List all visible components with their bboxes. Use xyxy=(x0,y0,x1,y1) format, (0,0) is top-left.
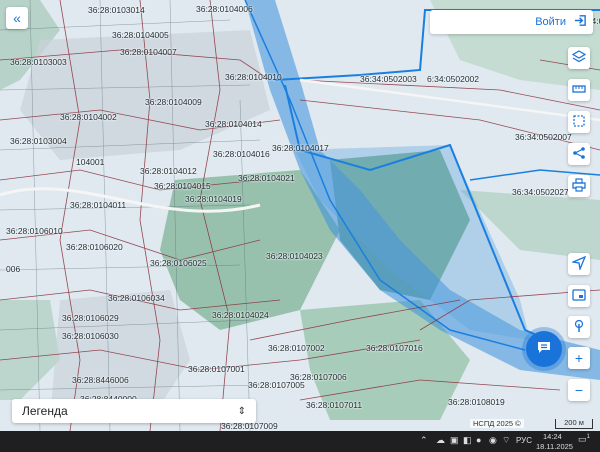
login-label: Войти xyxy=(535,16,566,28)
chevron-up-down-icon: ⇕ xyxy=(237,405,246,417)
layers-icon xyxy=(571,49,587,67)
parcel-label[interactable]: 36:34:0502007 xyxy=(515,132,572,142)
map-canvas[interactable] xyxy=(0,0,600,432)
selection-icon xyxy=(572,114,586,131)
parcel-label[interactable]: 36:28:0104005 xyxy=(112,30,169,40)
locate-button[interactable] xyxy=(568,253,590,275)
language-indicator[interactable]: РУС xyxy=(516,436,532,445)
parcel-label[interactable]: 36:28:0106029 xyxy=(62,313,119,323)
parcel-label[interactable]: 36:28:0104017 xyxy=(272,143,329,153)
card-icon xyxy=(572,288,586,305)
parcel-label[interactable]: 36:28:0108019 xyxy=(448,397,505,407)
print-button[interactable] xyxy=(568,175,590,197)
touch-button[interactable] xyxy=(568,316,590,338)
wifi-icon[interactable]: ⌔ xyxy=(502,435,510,446)
zoom-out-button[interactable]: − xyxy=(568,379,590,401)
parcel-label[interactable]: 36:34:0502027 xyxy=(512,187,569,197)
parcel-label[interactable]: 36:28:0104021 xyxy=(238,173,295,183)
parcel-label[interactable]: 6:34:0502002 xyxy=(427,74,479,84)
parcel-label[interactable]: 36:28:0104015 xyxy=(154,181,211,191)
zoom-in-button[interactable]: + xyxy=(568,347,590,369)
parcel-label[interactable]: 36:28:0106025 xyxy=(150,258,207,268)
select-area-button[interactable] xyxy=(568,111,590,133)
layers-button[interactable] xyxy=(568,47,590,69)
notification-count: 1 xyxy=(586,434,590,440)
parcel-label[interactable]: 36:28:0104019 xyxy=(185,194,242,204)
chat-icon xyxy=(536,339,552,360)
parcel-label[interactable]: 36:28:0104010 xyxy=(225,72,282,82)
parcel-label[interactable]: 006 xyxy=(6,264,20,274)
cloud-icon[interactable]: ☁ xyxy=(436,435,445,446)
parcel-label[interactable]: 36:28:0103003 xyxy=(10,57,67,67)
clock-date: 18.11.2025 xyxy=(536,442,573,451)
chat-button[interactable] xyxy=(526,331,562,367)
parcel-label[interactable]: 36:28:0104014 xyxy=(205,119,262,129)
taskbar: ⌃ ☁ ▣ ◧ ● ◉ ⌔ РУС 14:24 18.11.2025 ▭1 xyxy=(0,431,600,452)
parcel-label[interactable]: 36:28:0104016 xyxy=(213,149,270,159)
app4-icon[interactable]: ◉ xyxy=(489,435,497,446)
parcel-label[interactable]: 36:28:0104024 xyxy=(212,310,269,320)
app3-icon[interactable]: ● xyxy=(476,435,481,445)
legend-dropdown[interactable]: Легенда ⇕ xyxy=(12,399,256,423)
chevrons-left-icon: « xyxy=(13,10,21,26)
zoom-in-icon: + xyxy=(574,350,584,366)
parcel-label[interactable]: 36:28:8446006 xyxy=(72,375,129,385)
parcel-label[interactable]: 36:28:0104007 xyxy=(120,47,177,57)
login-icon xyxy=(574,14,587,30)
share-icon xyxy=(572,146,586,163)
chevron-up-icon[interactable]: ⌃ xyxy=(420,435,428,446)
parcel-label[interactable]: 36:28:0104011 xyxy=(70,200,126,210)
parcel-label[interactable]: 36:28:0107005 xyxy=(248,380,305,390)
parcel-label[interactable]: 36:28:0106030 xyxy=(62,331,119,341)
printer-icon xyxy=(572,177,586,195)
parcel-label[interactable]: 36:28:0104023 xyxy=(266,251,323,261)
scale-bar: 200 м xyxy=(555,419,593,429)
navigation-arrow-icon xyxy=(570,255,587,273)
parcel-label[interactable]: 36:28:0107016 xyxy=(366,343,423,353)
measure-button[interactable] xyxy=(568,79,590,101)
parcel-label[interactable]: 36:28:0104012 xyxy=(140,166,197,176)
parcel-label[interactable]: 36:28:0107001 xyxy=(188,364,245,374)
collapse-panel-button[interactable]: « xyxy=(6,7,28,29)
parcel-label[interactable]: 36:28:0107011 xyxy=(306,400,362,410)
parcel-label[interactable]: 36:28:0104006 xyxy=(196,4,253,14)
parcel-label[interactable]: 36:28:0103004 xyxy=(10,136,67,146)
parcel-label[interactable]: 36:34:0502003 xyxy=(360,74,417,84)
login-button[interactable]: Войти xyxy=(430,10,593,34)
parcel-label[interactable]: 36:28:0104009 xyxy=(145,97,202,107)
app2-icon[interactable]: ◧ xyxy=(463,435,472,446)
card-button[interactable] xyxy=(568,285,590,307)
parcel-label[interactable]: 36:28:0106034 xyxy=(108,293,165,303)
map-svg xyxy=(0,0,600,432)
legend-label: Легенда xyxy=(22,404,68,418)
parcel-label[interactable]: 36:28:0104002 xyxy=(60,112,117,122)
share-button[interactable] xyxy=(568,143,590,165)
touch-icon xyxy=(572,319,586,336)
parcel-label[interactable]: 104001 xyxy=(76,157,104,167)
ruler-icon xyxy=(572,82,586,99)
parcel-label[interactable]: 36:28:0106010 xyxy=(6,226,63,236)
zoom-out-icon: − xyxy=(574,382,584,398)
parcel-label[interactable]: 36:28:0107002 xyxy=(268,343,325,353)
parcel-label[interactable]: 36:28:0106020 xyxy=(66,242,123,252)
notification-icon[interactable]: ▭1 xyxy=(578,434,590,445)
app-icon[interactable]: ▣ xyxy=(450,435,459,446)
attribution: НСПД 2025 © xyxy=(470,419,524,428)
clock-time: 14:24 xyxy=(543,432,562,441)
parcel-label[interactable]: 36:28:0103014 xyxy=(88,5,145,15)
